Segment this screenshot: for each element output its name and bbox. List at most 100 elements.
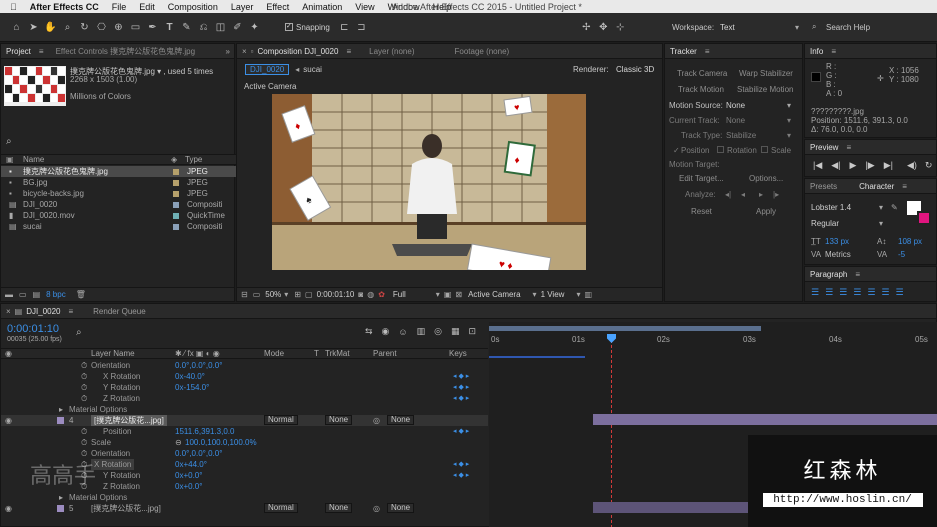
menu-view[interactable]: View: [355, 2, 374, 12]
search-icon[interactable]: ⌕: [812, 22, 816, 32]
app-menu[interactable]: After Effects CC: [30, 2, 99, 12]
viewer-timecode[interactable]: 0:00:01:10: [317, 290, 355, 299]
snapshot-icon[interactable]: ◙: [358, 290, 363, 299]
panel-expand-icon[interactable]: »: [226, 47, 230, 56]
current-time-display[interactable]: 0:00:01:10: [7, 323, 59, 335]
label-swatch[interactable]: [173, 179, 179, 186]
property-value[interactable]: 0x-154.0°: [175, 382, 209, 393]
label-swatch[interactable]: [57, 417, 64, 424]
type-tool-icon[interactable]: T: [163, 21, 176, 34]
options-button[interactable]: Options...: [749, 174, 783, 183]
mask-icon[interactable]: ▢: [305, 290, 313, 299]
pan-behind-tool-icon[interactable]: ⊕: [112, 21, 125, 34]
resolution-grid-icon[interactable]: ⊞: [294, 290, 301, 299]
tab-presets[interactable]: Presets: [810, 182, 837, 191]
rotation-checkbox[interactable]: [717, 146, 724, 153]
axis-local-icon[interactable]: ✢: [580, 21, 593, 34]
frame-blending-icon[interactable]: ▥: [417, 326, 426, 337]
tab-render-queue[interactable]: Render Queue: [93, 307, 145, 316]
menu-effect[interactable]: Effect: [266, 2, 289, 12]
clone-stamp-tool-icon[interactable]: ⎌: [197, 21, 210, 34]
stopwatch-icon[interactable]: ⏱: [81, 393, 87, 404]
col-mode[interactable]: Mode: [264, 349, 284, 358]
pen-tool-icon[interactable]: ✒: [146, 21, 159, 34]
layer-parent-select[interactable]: None: [387, 415, 415, 425]
justify-left-icon[interactable]: ☰: [853, 287, 861, 298]
table-row[interactable]: ▸ Material Options: [1, 492, 488, 503]
rotate-tool-icon[interactable]: ↻: [78, 21, 91, 34]
brush-tool-icon[interactable]: ✎: [180, 21, 193, 34]
label-swatch[interactable]: [173, 223, 179, 230]
property-value[interactable]: 1511.6,391.3,0.0: [175, 426, 234, 437]
loop-icon[interactable]: ↻: [925, 160, 933, 171]
panel-menu-icon[interactable]: ≡: [831, 47, 836, 56]
label-swatch[interactable]: [57, 505, 64, 512]
property-value[interactable]: 0x+0.0°: [175, 470, 202, 481]
col-name[interactable]: Name: [23, 155, 44, 164]
layer-mode-select[interactable]: Normal: [264, 415, 298, 425]
layer-duration-bar[interactable]: [593, 414, 937, 425]
hand-tool-icon[interactable]: ✋: [44, 21, 57, 34]
label-swatch[interactable]: [173, 212, 179, 219]
show-snapshot-icon[interactable]: ◍: [367, 290, 374, 299]
layer-name[interactable]: [撲克牌公版花...jpg]: [91, 415, 167, 426]
new-comp-icon[interactable]: ▤: [33, 290, 41, 299]
breadcrumb-sucai[interactable]: sucai: [303, 65, 322, 74]
keyframe-nav-icon[interactable]: ◂ ◆ ▸: [453, 382, 469, 393]
menu-composition[interactable]: Composition: [168, 2, 218, 12]
layer-trkmat-select[interactable]: None: [325, 503, 353, 513]
puppet-tool-icon[interactable]: ✦: [248, 21, 261, 34]
menu-animation[interactable]: Animation: [302, 2, 342, 12]
analyze-forward-icon[interactable]: ▸: [759, 190, 763, 199]
reset-button[interactable]: Reset: [691, 207, 712, 216]
selection-tool-icon[interactable]: ➤: [27, 21, 40, 34]
stopwatch-icon[interactable]: ⏱: [81, 371, 87, 382]
zoom-dropdown-icon[interactable]: ▾: [284, 290, 288, 299]
snap-edges-icon[interactable]: ⊐: [355, 21, 368, 34]
transparency-grid-icon[interactable]: ⊠: [455, 290, 462, 299]
roto-brush-tool-icon[interactable]: ✐: [231, 21, 244, 34]
checkbox-icon[interactable]: ✓: [285, 23, 293, 31]
panel-menu-icon[interactable]: ≡: [846, 143, 851, 152]
camera-tool-icon[interactable]: ⎔: [95, 21, 108, 34]
col-layer-name[interactable]: Layer Name: [91, 349, 135, 358]
property-value[interactable]: 0x+44.0°: [175, 459, 207, 470]
motion-blur-icon[interactable]: ◎: [434, 326, 442, 337]
layer-mode-select[interactable]: Normal: [264, 503, 298, 513]
font-family-select[interactable]: Lobster 1.4: [811, 203, 851, 212]
tab-footage[interactable]: Footage (none): [454, 47, 509, 56]
home-icon[interactable]: ⌂: [10, 21, 23, 34]
keyframe-nav-icon[interactable]: ◂ ◆ ▸: [453, 470, 469, 481]
align-right-icon[interactable]: ☰: [839, 287, 847, 298]
constrain-link-icon[interactable]: ⊖: [175, 437, 182, 448]
dropdown-icon[interactable]: ▾: [787, 131, 791, 140]
composition-mini-flowchart-icon[interactable]: ⇆: [365, 326, 373, 337]
current-track-select[interactable]: None: [726, 116, 745, 125]
justify-right-icon[interactable]: ☰: [881, 287, 889, 298]
tab-character[interactable]: Character: [859, 182, 894, 191]
col-trkmat[interactable]: TrkMat: [325, 349, 350, 358]
keyframe-nav-icon[interactable]: ◂ ◆ ▸: [453, 393, 469, 404]
graph-toggle-icon[interactable]: ⊡: [469, 326, 477, 337]
eraser-tool-icon[interactable]: ◫: [214, 21, 227, 34]
track-camera-button[interactable]: Track Camera: [677, 69, 727, 78]
tab-project[interactable]: Project: [6, 47, 31, 56]
tab-timeline-comp[interactable]: DJI_0020: [26, 307, 60, 316]
paragraph-title[interactable]: Paragraph: [810, 270, 847, 279]
expand-arrow-icon[interactable]: ▸: [59, 404, 63, 415]
always-preview-icon[interactable]: ⊟: [241, 290, 248, 299]
align-left-icon[interactable]: ☰: [811, 287, 819, 298]
eye-icon[interactable]: ◉: [5, 415, 12, 426]
position-checkbox[interactable]: ✓: [673, 146, 680, 155]
stopwatch-icon[interactable]: ⏱: [81, 426, 87, 437]
audio-icon[interactable]: ◀): [907, 160, 917, 171]
first-frame-icon[interactable]: |◀: [813, 160, 822, 171]
axis-view-icon[interactable]: ⊹: [614, 21, 627, 34]
eyedropper-icon[interactable]: ✎: [891, 203, 898, 212]
eye-icon[interactable]: ◉: [5, 503, 12, 514]
timeline-search-icon[interactable]: ⌕: [76, 327, 82, 338]
list-item[interactable]: ▮ DJI_0020.mov QuickTime: [1, 210, 236, 221]
dropdown-icon[interactable]: ▾: [787, 116, 791, 125]
draft-3d-icon[interactable]: ◉: [382, 326, 390, 337]
property-value[interactable]: 0x+0.0°: [175, 481, 202, 492]
